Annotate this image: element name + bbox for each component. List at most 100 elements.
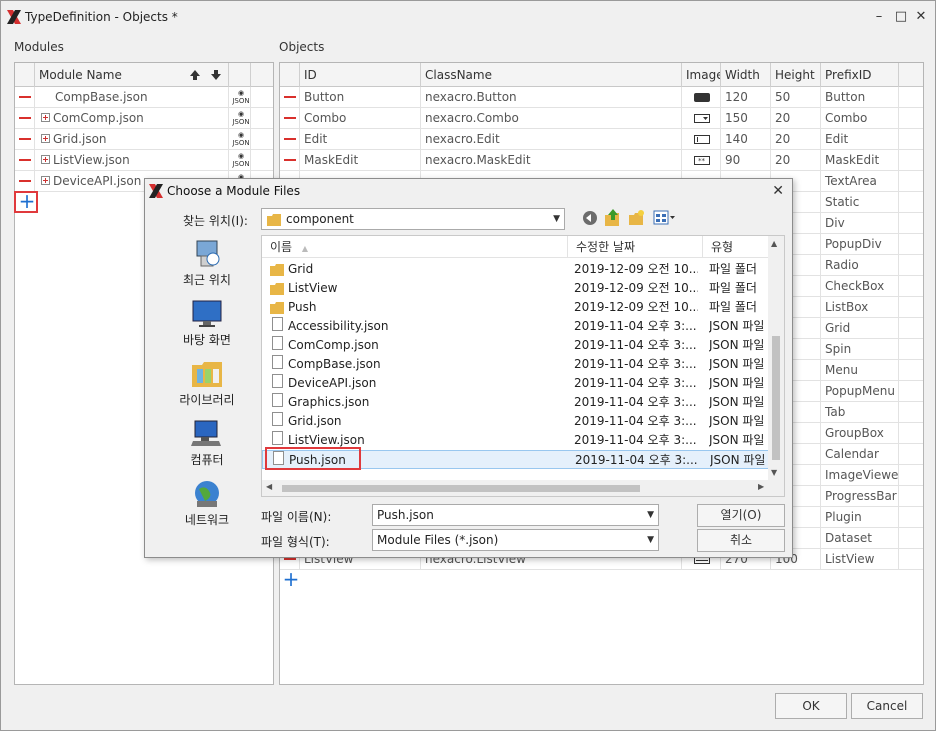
expand-icon[interactable] [41,176,50,185]
object-prefixid-cell[interactable]: Static [821,192,899,213]
scroll-up-icon[interactable]: ▲ [771,239,777,248]
object-width-cell[interactable]: 120 [721,87,771,108]
object-row[interactable]: Combo nexacro.Combo 150 20 Combo [280,108,923,129]
remove-object-icon[interactable] [284,138,296,140]
object-image-cell[interactable] [682,129,721,150]
module-name-cell[interactable]: CompBase.json [35,87,229,108]
module-row[interactable]: ComComp.json ◉ JSON [15,108,273,129]
object-width-cell[interactable]: 90 [721,150,771,171]
object-prefixid-cell[interactable]: ListView [821,549,899,570]
object-row[interactable]: Button nexacro.Button 120 50 Button [280,87,923,108]
place-network[interactable]: 네트워크 [159,479,255,535]
place-libraries[interactable]: 라이브러리 [159,359,255,415]
module-json-cell[interactable]: ◉JSON [229,150,251,171]
object-prefixid-cell[interactable]: Combo [821,108,899,129]
object-prefixid-cell[interactable]: Button [821,87,899,108]
filetype-select[interactable]: Module Files (*.json) ▼ [372,529,659,551]
object-prefixid-cell[interactable]: Div [821,213,899,234]
vertical-scroll-thumb[interactable] [772,336,780,460]
object-id-cell[interactable]: MaskEdit [300,150,421,171]
file-item[interactable]: Accessibility.json 2019-11-04 오후 3:... JSO… [262,317,770,336]
chevron-down-icon[interactable]: ▼ [647,505,654,525]
place-recent[interactable]: 최근 위치 [159,239,255,295]
horizontal-scrollbar[interactable]: ◀ ▶ [262,480,784,496]
object-height-cell[interactable]: 20 [771,108,821,129]
prefixid-header[interactable]: PrefixID [821,63,899,87]
add-object-button[interactable]: + [280,569,302,590]
object-image-cell[interactable] [682,87,721,108]
module-name-cell[interactable]: ComComp.json [35,108,229,129]
horizontal-scroll-thumb[interactable] [282,485,640,492]
folder-item[interactable]: Grid 2019-12-09 오전 10... 파일 폴더 [262,260,770,279]
expand-icon[interactable] [41,155,50,164]
open-button[interactable]: 열기(O) [697,504,785,527]
object-width-cell[interactable]: 140 [721,129,771,150]
object-prefixid-cell[interactable]: Calendar [821,444,899,465]
file-item[interactable]: Grid.json 2019-11-04 오후 3:... JSON 파일 [262,412,770,431]
scroll-left-icon[interactable]: ◀ [266,482,272,491]
scroll-right-icon[interactable]: ▶ [758,482,764,491]
view-menu-icon[interactable] [653,210,675,226]
object-image-cell[interactable] [682,108,721,129]
new-folder-icon[interactable] [628,210,644,226]
file-item[interactable]: CompBase.json 2019-11-04 오후 3:... JSON 파일 [262,355,770,374]
object-prefixid-cell[interactable]: Spin [821,339,899,360]
module-json-cell[interactable]: ◉JSON [229,108,251,129]
object-prefixid-cell[interactable]: PopupMenu [821,381,899,402]
object-row[interactable]: MaskEdit nexacro.MaskEdit ** 90 20 MaskEdit [280,150,923,171]
column-date[interactable]: 수정한 날짜 [568,236,703,258]
file-item[interactable]: DeviceAPI.json 2019-11-04 오후 3:... JSON 파일 [262,374,770,393]
move-down-icon[interactable] [211,70,221,80]
width-header[interactable]: Width [721,63,771,87]
close-icon[interactable]: ✕ [913,9,929,25]
maximize-icon[interactable]: □ [893,9,909,25]
module-json-cell[interactable]: ◉JSON [229,87,251,108]
image-header[interactable]: Image [682,63,721,87]
close-icon[interactable]: ✕ [772,183,784,199]
object-prefixid-cell[interactable]: Radio [821,255,899,276]
filename-input[interactable]: Push.json ▼ [372,504,659,526]
object-height-cell[interactable]: 20 [771,129,821,150]
look-in-combo[interactable]: component ▼ [261,208,565,230]
module-json-cell[interactable]: ◉JSON [229,129,251,150]
object-image-cell[interactable]: ** [682,150,721,171]
object-prefixid-cell[interactable]: CheckBox [821,276,899,297]
move-up-icon[interactable] [190,70,200,80]
object-height-cell[interactable]: 20 [771,150,821,171]
object-prefixid-cell[interactable]: Tab [821,402,899,423]
classname-header[interactable]: ClassName [421,63,682,87]
height-header[interactable]: Height [771,63,821,87]
object-classname-cell[interactable]: nexacro.Edit [421,129,682,150]
scroll-down-icon[interactable]: ▼ [771,468,777,477]
module-row[interactable]: CompBase.json ◉ JSON [15,87,273,108]
object-prefixid-cell[interactable]: TextArea [821,171,899,192]
object-prefixid-cell[interactable]: Dataset [821,528,899,549]
place-desktop[interactable]: 바탕 화면 [159,299,255,355]
object-prefixid-cell[interactable]: ListBox [821,297,899,318]
object-prefixid-cell[interactable]: Grid [821,318,899,339]
object-prefixid-cell[interactable]: PopupDiv [821,234,899,255]
object-height-cell[interactable]: 50 [771,87,821,108]
module-row[interactable]: ListView.json ◉ JSON [15,150,273,171]
back-icon[interactable] [582,210,598,226]
place-computer[interactable]: 컴퓨터 [159,419,255,475]
expand-icon[interactable] [41,113,50,122]
remove-object-icon[interactable] [284,117,296,119]
column-type[interactable]: 유형 [703,236,770,258]
remove-module-icon[interactable] [19,96,31,98]
object-prefixid-cell[interactable]: ImageViewer [821,465,899,486]
module-name-cell[interactable]: ListView.json [35,150,229,171]
object-id-cell[interactable]: Edit [300,129,421,150]
cancel-button[interactable]: Cancel [851,693,923,719]
object-prefixid-cell[interactable]: ProgressBar [821,486,899,507]
object-prefixid-cell[interactable]: GroupBox [821,423,899,444]
up-folder-icon[interactable] [604,209,620,227]
file-item[interactable]: Graphics.json 2019-11-04 오후 3:... JSON 파일 [262,393,770,412]
column-name[interactable]: 이름 ▲ [262,236,568,258]
remove-object-icon[interactable] [284,558,296,560]
remove-object-icon[interactable] [284,96,296,98]
object-prefixid-cell[interactable]: Edit [821,129,899,150]
object-row[interactable]: Edit nexacro.Edit 140 20 Edit [280,129,923,150]
object-width-cell[interactable]: 150 [721,108,771,129]
remove-module-icon[interactable] [19,117,31,119]
